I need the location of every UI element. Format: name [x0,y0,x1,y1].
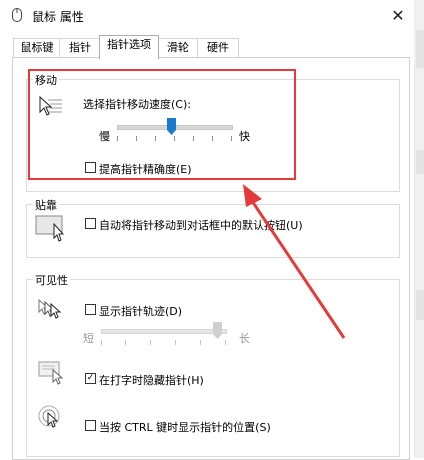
annotation-arrow [243,184,346,339]
arrow-shaft [248,197,346,339]
arrow-head [243,184,262,207]
tab-label: 指针选项 [107,38,151,51]
tab-pointer-options[interactable]: 指针选项 [99,35,159,59]
